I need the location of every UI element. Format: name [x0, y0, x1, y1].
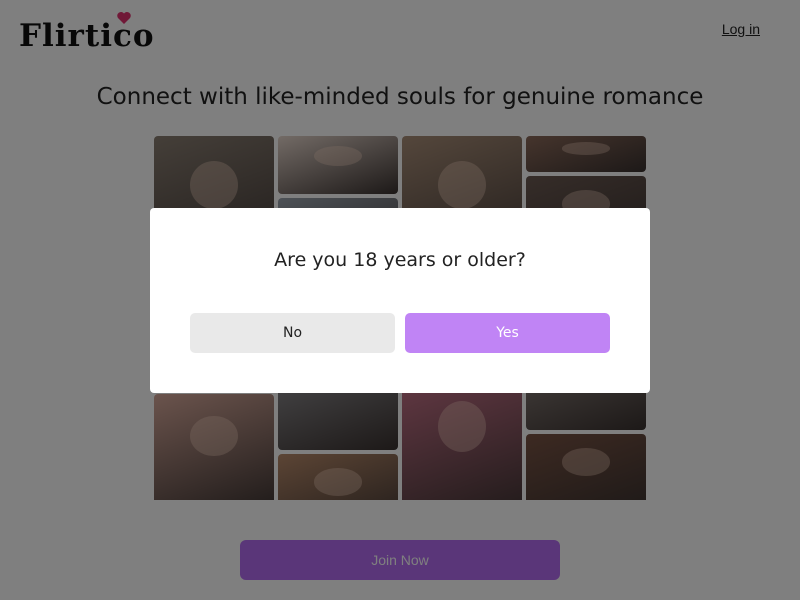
yes-button[interactable]: Yes [405, 313, 610, 353]
age-verification-dialog: Are you 18 years or older? No Yes [150, 208, 650, 393]
no-button[interactable]: No [190, 313, 395, 353]
age-question: Are you 18 years or older? [274, 249, 526, 271]
